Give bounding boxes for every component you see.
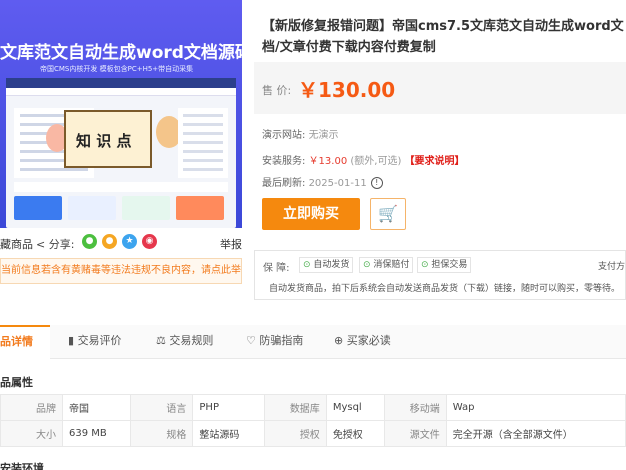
product-title: 【新版修复报错问题】帝国cms7.5文库范文自动生成word文档/文章付费下载内… [262,19,624,55]
install-price: ￥13.00 [308,156,348,167]
tab-details[interactable]: 品详情 [0,325,50,359]
attributes-heading: 品属性 [0,376,33,389]
price-value: ￥130.00 [298,78,396,102]
share-label: < 分享: [36,238,75,251]
tab-rules[interactable]: ⚖ 交易规则 [156,325,213,359]
qzone-icon[interactable]: ★ [122,234,137,249]
guarantee-compensation: ⊙ 消保赔付 [359,257,414,273]
favorite-link[interactable]: 藏商品 [0,236,33,252]
qq-icon[interactable]: ● [102,234,117,249]
cart-icon[interactable]: 🛒 [370,198,406,230]
table-row: 大小 639 MB 规格 整站源码 授权 免授权 源文件 完全开源（含全部源文件） [0,420,626,447]
clock-icon: ! [370,177,383,189]
guarantee-box: 保 障: ⊙ 自动发货 ⊙ 消保赔付 ⊙ 担保交易 支付方 自动发货商品，拍下后… [254,250,626,300]
guarantee-auto-ship: ⊙ 自动发货 [299,257,354,273]
install-env-heading: 安装环境 [0,462,44,470]
table-row: 品牌 帝国 语言 PHP 数据库 Mysql 移动端 Wap [0,394,626,421]
guarantee-desc: 自动发货商品，拍下后系统会自动发送商品发货（下载）链接，随时可以购买，零等待。 [269,284,621,294]
weibo-icon[interactable]: ◉ [142,234,157,249]
payment-label: 支付方 [597,262,625,272]
refresh-row: 最后刷新: 2025-01-11! [262,174,383,189]
buy-now-button[interactable]: 立即购买 [262,198,360,230]
report-warning[interactable]: 当前信息若含有黄赌毒等违法违规不良内容，请点此举报！ [0,258,242,284]
report-link[interactable]: 举报 [220,236,242,252]
knowledge-board: 知 识 点 [64,110,152,168]
site-screenshot: 知 识 点 [6,78,236,228]
detail-tabs: 品详情 ▮ 交易评价 ⚖ 交易规则 ♡ 防骗指南 ⊕ 买家必读 [0,325,626,359]
price-box: 售 价: ￥130.00 [254,62,626,114]
tab-buyer-notes[interactable]: ⊕ 买家必读 [334,325,391,359]
attributes-table: 品牌 帝国 语言 PHP 数据库 Mysql 移动端 Wap 大小 639 MB 规格 整站… [0,394,626,447]
wechat-icon[interactable]: ● [82,234,97,249]
requirements-link[interactable]: 【要求说明】 [405,156,465,167]
demo-row: 演示网站: 无演示 [262,130,339,141]
share-row: 藏商品 < 分享: ● ● ★ ◉ 举报 [0,233,242,253]
guarantee-escrow: ⊙ 担保交易 [417,257,472,273]
demo-value: 无演示 [308,130,339,141]
image-subhead: 帝国CMS内核开发 模板包含PC+H5+带自动采集 [40,65,194,73]
price-label: 售 价: [262,84,292,97]
guarantee-label: 保 障: [263,263,290,274]
image-headline: 文库范文自动生成word文档源码整站 [0,43,242,63]
install-row: 安装服务: ￥13.00 (额外,可选) 【要求说明】 [262,156,465,167]
tab-reviews[interactable]: ▮ 交易评价 [68,325,122,359]
product-image[interactable]: 文库范文自动生成word文档源码整站 帝国CMS内核开发 模板包含PC+H5+带… [0,0,242,228]
tab-anti-fraud[interactable]: ♡ 防骗指南 [246,325,303,359]
